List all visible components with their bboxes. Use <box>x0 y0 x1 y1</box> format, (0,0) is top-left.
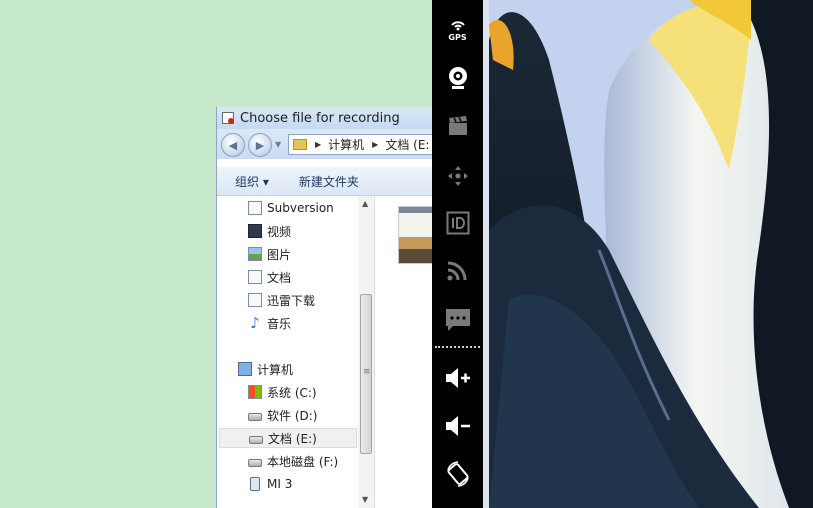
rss-icon <box>447 261 466 281</box>
tree-item-label: 本地磁盘 (F:) <box>267 454 339 469</box>
video-icon <box>248 224 262 238</box>
new-folder-button[interactable]: 新建文件夹 <box>299 173 359 190</box>
tree-item-label: 迅雷下载 <box>267 293 316 308</box>
dialog-titlebar[interactable]: Choose file for recording <box>217 107 433 129</box>
chat-icon <box>445 309 470 331</box>
navigation-bar: ◀ ▶ ▼ ▶ 计算机 ▶ 文档 (E: <box>217 129 433 159</box>
id-icon <box>446 211 469 235</box>
tree-item-drive-e[interactable]: 文档 (E:) <box>219 428 357 448</box>
file-chooser-dialog: Choose file for recording ◀ ▶ ▼ ▶ 计算机 ▶ … <box>216 107 433 508</box>
volume-down-button[interactable] <box>432 408 483 444</box>
tree-item-computer[interactable]: 计算机 <box>238 359 293 379</box>
grip-icon: ≡ <box>363 367 371 377</box>
control-bar-divider <box>435 346 480 348</box>
tree-item-label: 音乐 <box>267 316 292 331</box>
forward-button[interactable]: ▶ <box>248 133 272 157</box>
file-list-pane <box>375 196 433 508</box>
dpad-icon <box>447 166 468 186</box>
tree-item-xunlei-downloads[interactable]: 迅雷下载 <box>248 290 315 310</box>
file-thumbnail[interactable] <box>398 206 433 264</box>
picture-icon <box>248 247 262 261</box>
back-arrow-icon: ◀ <box>228 138 238 152</box>
webcam-icon <box>448 67 467 89</box>
tree-item-drive-c[interactable]: 系统 (C:) <box>248 382 317 402</box>
document-icon <box>248 201 262 215</box>
scroll-down-icon[interactable]: ▼ <box>362 495 368 504</box>
rotate-icon <box>446 461 469 487</box>
tree-item-label: 文档 <box>267 270 292 285</box>
tree-item-label: 视频 <box>267 224 292 239</box>
forward-arrow-icon: ▶ <box>255 138 265 152</box>
back-button[interactable]: ◀ <box>221 133 245 157</box>
tree-item-label: 系统 (C:) <box>267 385 317 400</box>
tree-item-music[interactable]: ♪ 音乐 <box>248 313 291 333</box>
penguin-wallpaper-image <box>489 0 813 508</box>
volume-up-button[interactable] <box>432 360 483 396</box>
scrollbar-thumb[interactable]: ≡ <box>360 294 372 454</box>
tree-item-documents[interactable]: 文档 <box>248 267 291 287</box>
breadcrumb-computer[interactable]: 计算机 <box>328 136 364 153</box>
folder-icon <box>293 139 307 150</box>
volume-up-icon <box>445 368 470 388</box>
document-icon <box>248 293 262 307</box>
history-dropdown-icon[interactable]: ▼ <box>275 140 281 149</box>
breadcrumb-separator-icon[interactable]: ▶ <box>315 140 321 149</box>
network-button[interactable] <box>432 252 483 288</box>
tree-item-label: 文档 (E:) <box>268 431 317 446</box>
gps-button[interactable]: GPS <box>432 12 483 48</box>
tree-item-label: MI 3 <box>267 477 293 491</box>
tree-item-label: 软件 (D:) <box>267 408 318 423</box>
volume-down-icon <box>445 416 470 436</box>
scroll-up-icon[interactable]: ▲ <box>362 199 368 208</box>
screen-record-button[interactable] <box>432 108 483 144</box>
computer-icon <box>238 362 252 376</box>
phone-icon <box>250 477 260 491</box>
music-icon: ♪ <box>250 314 260 332</box>
webcam-button[interactable] <box>432 60 483 96</box>
document-icon <box>248 270 262 284</box>
tree-item-subversion[interactable]: Subversion <box>248 198 334 218</box>
tree-item-label: Subversion <box>267 201 334 215</box>
sms-button[interactable] <box>432 302 483 338</box>
dpad-button[interactable] <box>432 158 483 194</box>
tree-item-videos[interactable]: 视频 <box>248 221 291 241</box>
drive-icon <box>248 412 262 421</box>
breadcrumb-separator-icon[interactable]: ▶ <box>372 140 378 149</box>
device-wallpaper <box>489 0 813 508</box>
rotate-button[interactable] <box>432 456 483 492</box>
tree-item-label: 图片 <box>267 247 292 262</box>
system-drive-icon <box>248 385 262 399</box>
drive-icon <box>248 458 262 467</box>
tree-item-drive-f[interactable]: 本地磁盘 (F:) <box>248 451 338 471</box>
tree-item-mi3[interactable]: MI 3 <box>248 474 292 494</box>
gps-label: GPS <box>448 33 467 42</box>
drive-icon <box>249 435 263 444</box>
tree-item-pictures[interactable]: 图片 <box>248 244 291 264</box>
device-id-button[interactable] <box>432 205 483 241</box>
address-bar[interactable]: ▶ 计算机 ▶ 文档 (E: <box>288 134 433 155</box>
nav-pane-scrollbar[interactable]: ▲ ≡ ▼ <box>358 196 374 508</box>
breadcrumb-drive-e[interactable]: 文档 (E: <box>385 136 429 153</box>
clapperboard-icon <box>448 116 467 135</box>
record-app-icon <box>222 112 234 124</box>
dialog-title: Choose file for recording <box>240 110 400 126</box>
emulator-control-bar: GPS <box>432 0 483 508</box>
navigation-pane: Subversion 视频 图片 文档 迅雷下载 ♪ 音乐 计算机 系统 (C: <box>217 196 375 508</box>
tree-item-label: 计算机 <box>257 362 294 377</box>
tree-item-drive-d[interactable]: 软件 (D:) <box>248 405 317 425</box>
dialog-toolbar: 组织 ▾ 新建文件夹 <box>217 167 433 196</box>
organize-button[interactable]: 组织 ▾ <box>235 173 269 190</box>
